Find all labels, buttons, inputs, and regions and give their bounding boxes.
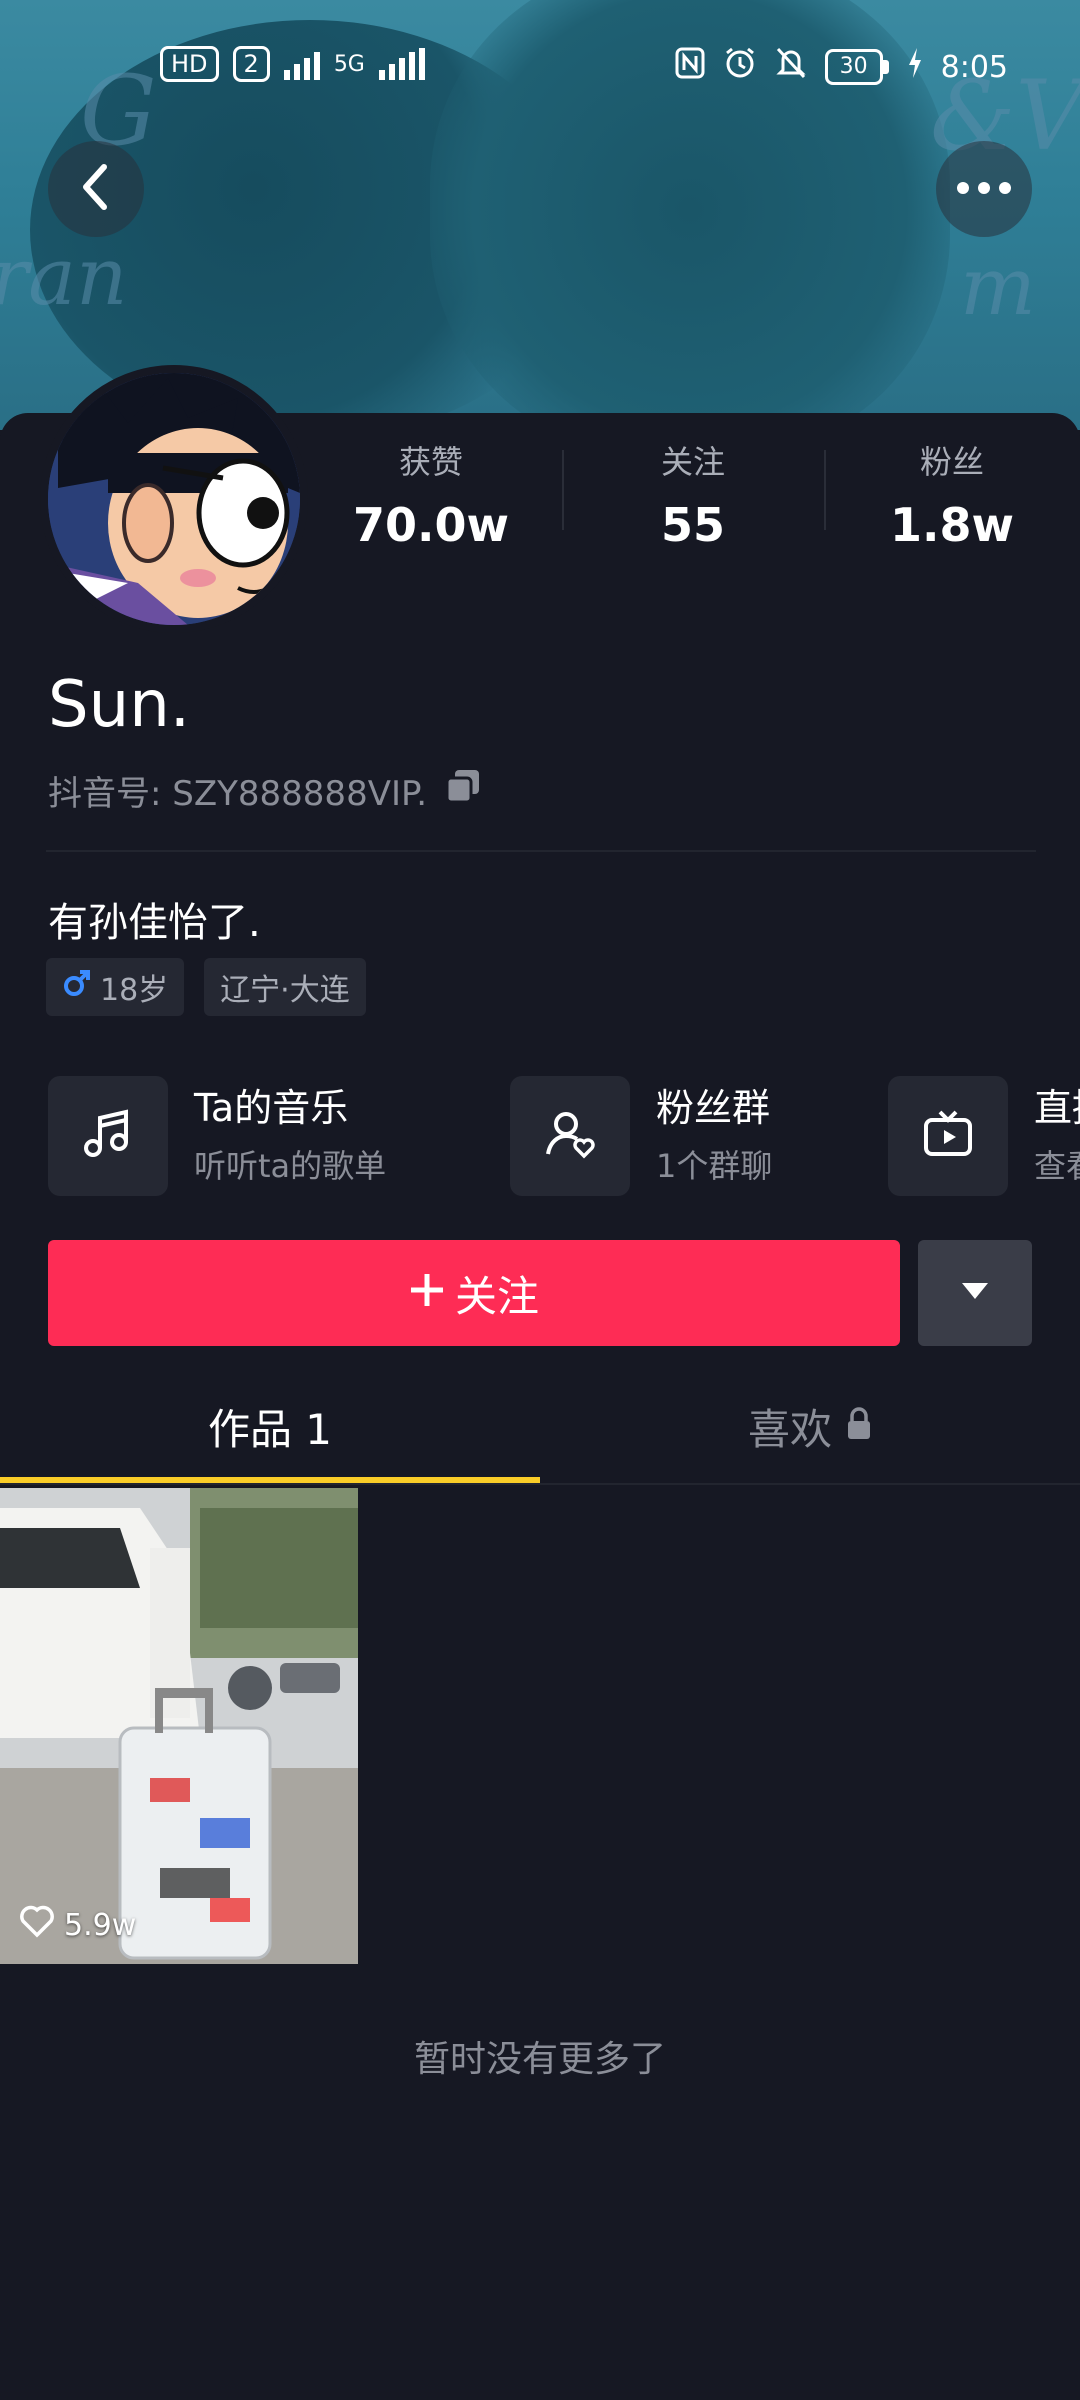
stat-label: 粉丝	[919, 443, 984, 481]
stat-value: 55	[660, 498, 725, 552]
location-tag: 辽宁·大连	[204, 958, 366, 1016]
age-text: 18岁	[100, 973, 169, 1008]
tab-label: 作品 1	[207, 1404, 333, 1454]
video-thumbnail[interactable]: 5.9w	[0, 1488, 358, 1964]
male-icon	[62, 968, 92, 1006]
clock-time: 8:05	[940, 49, 1008, 85]
age-tag: 18岁	[46, 958, 185, 1016]
content-tabs: 作品 1 喜欢	[0, 1370, 1080, 1483]
feature-cards: Ta的音乐 听听ta的歌单 粉丝群 1个群聊 直播 查看	[48, 1076, 1080, 1196]
feature-live[interactable]: 直播 查看	[888, 1076, 1080, 1196]
alarm-icon	[723, 46, 757, 88]
more-options-button[interactable]	[936, 141, 1032, 237]
stat-label: 关注	[660, 443, 725, 481]
follow-button[interactable]: 关注	[48, 1240, 900, 1346]
feature-title: Ta的音乐	[194, 1086, 349, 1130]
mute-icon	[775, 46, 807, 88]
lock-icon	[846, 1402, 872, 1451]
stat-label: 获赞	[398, 443, 463, 481]
stat-value: 1.8w	[890, 498, 1014, 552]
feature-title: 粉丝群	[656, 1086, 771, 1130]
back-button[interactable]	[48, 141, 144, 237]
hd-indicator: HD	[160, 46, 219, 82]
divider	[46, 850, 1036, 852]
chevron-left-icon	[76, 161, 116, 217]
tv-play-icon	[920, 1106, 976, 1166]
stats-row: 获赞 70.0w 关注 55 粉丝 1.8w	[300, 440, 1080, 552]
stat-followers[interactable]: 粉丝 1.8w	[824, 440, 1080, 552]
recommend-dropdown-button[interactable]	[918, 1240, 1032, 1346]
bio-text: 有孙佳怡了.	[48, 900, 261, 946]
copy-icon[interactable]	[445, 768, 481, 813]
more-horizontal-icon	[956, 180, 1012, 199]
no-more-text: 暂时没有更多了	[413, 2039, 666, 2080]
location-text: 辽宁·大连	[220, 973, 350, 1008]
plus-icon	[409, 1269, 445, 1318]
feature-subtitle: 1个群聊	[656, 1147, 773, 1185]
music-note-icon	[80, 1106, 136, 1166]
network-type: 5G	[333, 51, 365, 77]
stat-following[interactable]: 关注 55	[562, 440, 824, 552]
tab-divider	[0, 1483, 1080, 1485]
stat-value: 70.0w	[353, 498, 509, 552]
video-likes: 5.9w	[18, 1904, 136, 1946]
follow-label: 关注	[454, 1271, 539, 1321]
tab-works[interactable]: 作品 1	[0, 1370, 540, 1483]
fan-group-icon	[542, 1106, 598, 1166]
signal-icon	[283, 48, 320, 80]
stat-likes[interactable]: 获赞 70.0w	[300, 440, 562, 552]
feature-title: 直播	[1034, 1086, 1080, 1130]
feature-music[interactable]: Ta的音乐 听听ta的歌单	[48, 1076, 510, 1196]
feature-fan-group[interactable]: 粉丝群 1个群聊	[510, 1076, 888, 1196]
status-bar: HD 2 5G 30 8:05	[0, 40, 1080, 94]
caret-down-icon	[960, 1281, 990, 1305]
video-likes-count: 5.9w	[64, 1907, 137, 1943]
charging-icon	[907, 48, 923, 86]
tab-likes[interactable]: 喜欢	[540, 1370, 1080, 1482]
battery-icon: 30	[824, 49, 889, 85]
sim-indicator: 2	[232, 46, 270, 82]
feature-subtitle: 查看	[1034, 1147, 1080, 1185]
douyin-id-row: 抖音号: SZY888888VIP.	[48, 766, 481, 815]
avatar[interactable]	[40, 365, 308, 633]
tab-label: 喜欢	[747, 1404, 832, 1454]
douyin-id-text: 抖音号: SZY888888VIP.	[48, 774, 427, 814]
nfc-icon	[675, 47, 705, 87]
profile-tags: 18岁 辽宁·大连	[46, 958, 366, 1016]
username: Sun.	[48, 668, 191, 742]
heart-icon	[18, 1904, 56, 1946]
feature-subtitle: 听听ta的歌单	[194, 1147, 387, 1185]
signal-icon-2	[378, 48, 425, 80]
